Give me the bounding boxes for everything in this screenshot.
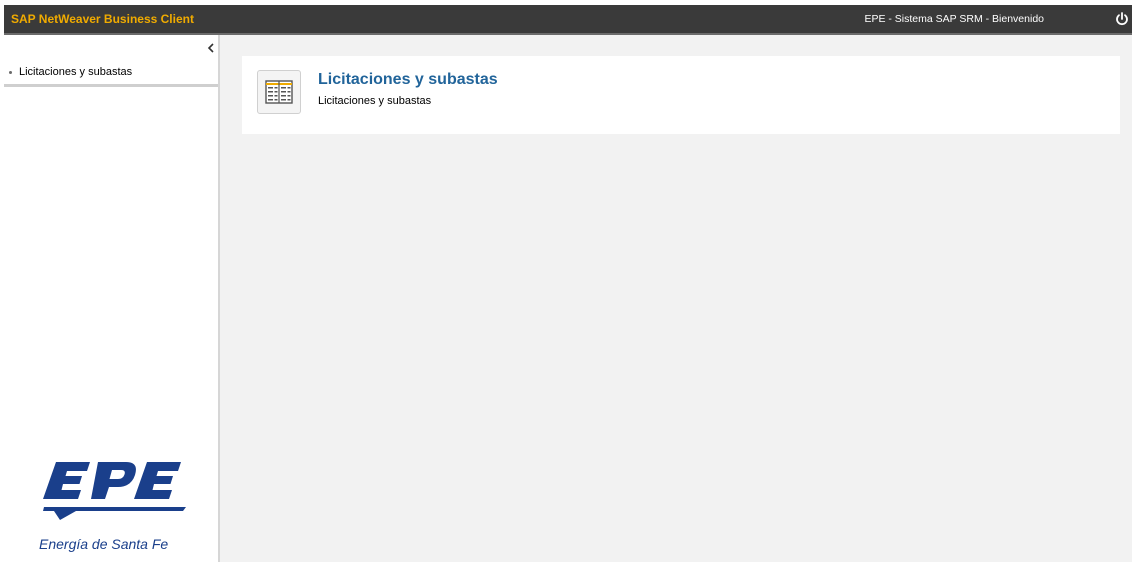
sidebar-item-licitaciones[interactable]: Licitaciones y subastas: [4, 59, 218, 87]
logo-caption: Energía de Santa Fe: [39, 536, 169, 552]
tile-title: Licitaciones y subastas: [318, 71, 498, 88]
tile-licitaciones[interactable]: Licitaciones y subastas Licitaciones y s…: [242, 56, 1120, 134]
document-list-icon: [257, 70, 301, 114]
window-title: EPE - Sistema SAP SRM - Bienvenido: [864, 13, 1044, 25]
tile-subtitle: Licitaciones y subastas: [318, 95, 432, 107]
sidebar-item-label: Licitaciones y subastas: [19, 66, 133, 78]
chevron-left-icon[interactable]: [206, 41, 216, 53]
app-window: SAP NetWeaver Business Client EPE - Sist…: [4, 5, 1132, 562]
bullet-icon: [9, 71, 12, 74]
power-icon[interactable]: [1114, 11, 1130, 27]
epe-logo: [40, 460, 190, 530]
app-title: SAP NetWeaver Business Client: [11, 12, 194, 26]
navigation-sidebar: Licitaciones y subastas Energía de Santa…: [4, 35, 220, 562]
top-bar: SAP NetWeaver Business Client EPE - Sist…: [4, 5, 1132, 35]
